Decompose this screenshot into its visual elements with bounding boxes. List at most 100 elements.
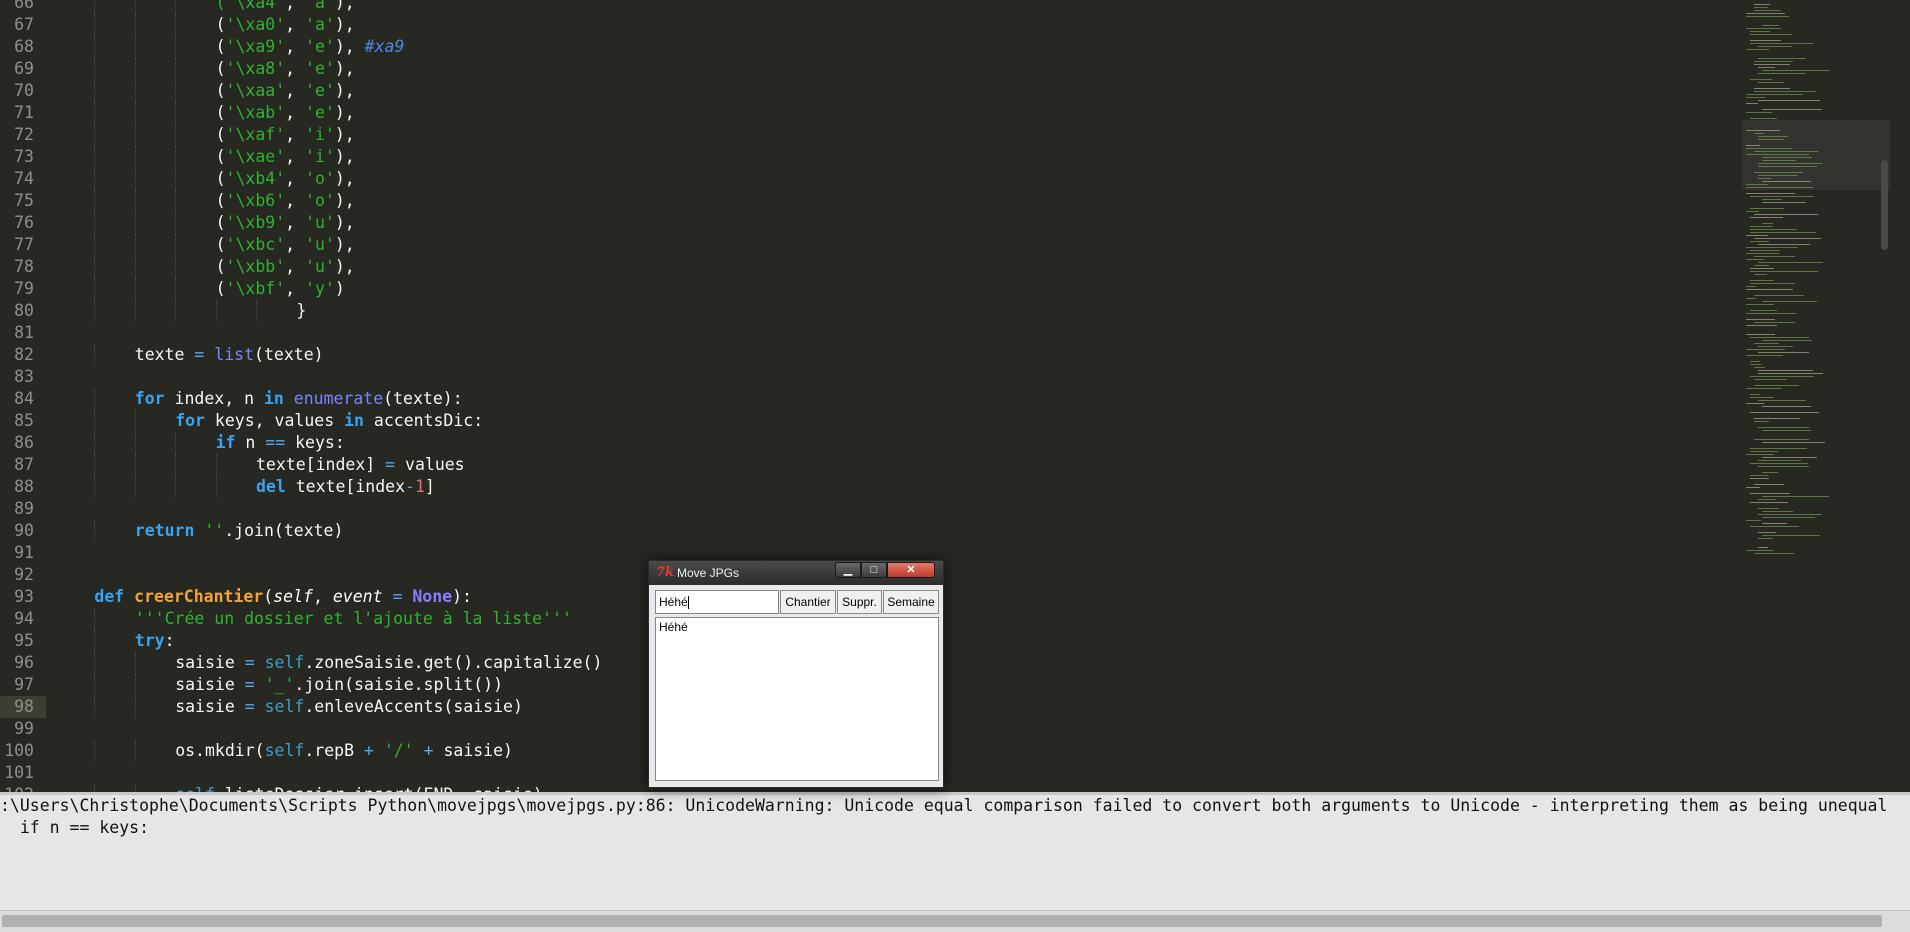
indent-guide bbox=[94, 344, 96, 366]
minimap-line bbox=[1750, 463, 1808, 464]
scrollbar-thumb[interactable] bbox=[2, 915, 1882, 927]
minimap-line bbox=[1754, 10, 1781, 11]
minimap-line bbox=[1750, 493, 1790, 494]
code-line[interactable]: ('\xa0', 'a'), bbox=[54, 14, 1730, 36]
minimap-line bbox=[1746, 154, 1809, 155]
minimap-line bbox=[1746, 304, 1774, 305]
minimap-line bbox=[1758, 400, 1806, 401]
folder-listbox[interactable]: Héhé bbox=[655, 617, 939, 781]
code-editor[interactable]: 66 67 68 69 70 71 72 73 74 75 76 77 78 79 80 81 82 83 84 85… bbox=[0, 0, 1890, 792]
indent-guide bbox=[94, 58, 96, 80]
code-line[interactable] bbox=[54, 498, 1730, 520]
code-line[interactable]: ('\xbc', 'u'), bbox=[54, 234, 1730, 256]
code-text: saisie = '_'.join(saisie.split()) bbox=[175, 675, 504, 694]
indent-guide bbox=[134, 278, 137, 300]
code-line[interactable]: ('\xaf', 'i'), bbox=[54, 124, 1730, 146]
code-line[interactable]: ('\xb4', 'o'), bbox=[54, 168, 1730, 190]
line-number: 93 bbox=[14, 587, 34, 606]
indent-guide bbox=[94, 454, 96, 476]
code-line[interactable]: ('\xab', 'e'), bbox=[54, 102, 1730, 124]
minimap[interactable] bbox=[1742, 0, 1890, 560]
indent-guide bbox=[134, 674, 137, 696]
minimap-line bbox=[1750, 118, 1777, 119]
minimap-line bbox=[1746, 520, 1761, 521]
minimap-line bbox=[1762, 535, 1820, 536]
code-text: ('\xa9', 'e'), #xa9 bbox=[215, 37, 405, 56]
close-button[interactable]: ✕ bbox=[887, 562, 935, 578]
indent-guide bbox=[94, 674, 96, 696]
minimap-line bbox=[1758, 262, 1823, 263]
indent-guide bbox=[94, 520, 96, 542]
output-console: :\Users\Christophe\Documents\Scripts Pyt… bbox=[0, 792, 1910, 913]
window-titlebar[interactable]: 7k Move JPGs ▁ □ ✕ bbox=[649, 561, 943, 585]
code-line[interactable]: ('\xbf', 'y') bbox=[54, 278, 1730, 300]
list-item[interactable]: Héhé bbox=[656, 618, 938, 636]
minimap-line bbox=[1754, 553, 1794, 554]
indent-guide bbox=[134, 0, 137, 14]
minimap-line bbox=[1754, 61, 1793, 62]
minimap-line bbox=[1750, 79, 1772, 80]
code-line[interactable]: ('\xae', 'i'), bbox=[54, 146, 1730, 168]
code-line[interactable] bbox=[54, 322, 1730, 344]
minimap-line bbox=[1746, 16, 1789, 17]
maximize-button[interactable]: □ bbox=[861, 562, 887, 578]
minimap-line bbox=[1754, 343, 1779, 344]
semaine-button[interactable]: Semaine bbox=[883, 590, 939, 614]
indent-guide bbox=[175, 80, 177, 102]
window-title: Move JPGs bbox=[677, 566, 740, 580]
code-line[interactable]: ('\xa9', 'e'), #xa9 bbox=[54, 36, 1730, 58]
minimap-line bbox=[1758, 46, 1792, 47]
minimap-line bbox=[1754, 238, 1821, 239]
minimap-line bbox=[1746, 112, 1772, 113]
code-line[interactable]: ('\xbb', 'u'), bbox=[54, 256, 1730, 278]
minimap-line bbox=[1758, 244, 1810, 245]
indent-guide bbox=[175, 190, 177, 212]
line-number: 73 bbox=[14, 147, 34, 166]
minimap-line bbox=[1758, 163, 1822, 164]
code-line[interactable] bbox=[54, 366, 1730, 388]
minimap-line bbox=[1746, 247, 1798, 248]
indent-guide bbox=[175, 476, 177, 498]
minimap-line bbox=[1746, 454, 1774, 455]
code-line[interactable]: ('\xb9', 'u'), bbox=[54, 212, 1730, 234]
code-line[interactable]: texte = list(texte) bbox=[54, 344, 1730, 366]
minimap-line bbox=[1750, 310, 1777, 311]
indent-guide bbox=[134, 168, 137, 190]
line-number: 94 bbox=[14, 609, 34, 628]
minimap-line bbox=[1754, 4, 1770, 5]
code-line[interactable]: del texte[index-1] bbox=[54, 476, 1730, 498]
indent-guide bbox=[94, 168, 96, 190]
indent-guide bbox=[134, 102, 137, 124]
code-line[interactable]: ('\xa8', 'e'), bbox=[54, 58, 1730, 80]
indent-guide bbox=[134, 476, 137, 498]
minimap-line bbox=[1762, 340, 1812, 341]
code-line[interactable]: ('\xa4', 'a'), bbox=[54, 0, 1730, 14]
chantier-button[interactable]: Chantier bbox=[780, 590, 836, 614]
code-line[interactable]: for index, n in enumerate(texte): bbox=[54, 388, 1730, 410]
minimap-line bbox=[1750, 196, 1814, 197]
indent-guide bbox=[134, 146, 137, 168]
indent-guide bbox=[256, 300, 258, 322]
minimap-line bbox=[1750, 361, 1760, 362]
code-line[interactable]: } bbox=[54, 300, 1730, 322]
suppr-button[interactable]: Suppr. bbox=[837, 590, 882, 614]
minimap-line bbox=[1746, 49, 1769, 50]
minimap-line bbox=[1750, 40, 1781, 41]
minimize-button[interactable]: ▁ bbox=[835, 562, 861, 578]
code-line[interactable]: if n == keys: bbox=[54, 432, 1730, 454]
code-line[interactable]: ('\xb6', 'o'), bbox=[54, 190, 1730, 212]
code-line[interactable]: for keys, values in accentsDic: bbox=[54, 410, 1730, 432]
minimap-line bbox=[1746, 313, 1796, 314]
indent-guide bbox=[134, 454, 137, 476]
code-line[interactable]: texte[index] = values bbox=[54, 454, 1730, 476]
minimap-line bbox=[1758, 532, 1776, 533]
minimap-line bbox=[1746, 253, 1779, 254]
indent-guide bbox=[94, 696, 96, 718]
indent-guide bbox=[94, 256, 96, 278]
minimap-line bbox=[1758, 73, 1806, 74]
vertical-scrollbar[interactable] bbox=[1881, 160, 1888, 250]
code-line[interactable]: ('\xaa', 'e'), bbox=[54, 80, 1730, 102]
chantier-entry[interactable]: Héhé bbox=[655, 590, 779, 614]
horizontal-scrollbar[interactable] bbox=[0, 910, 1910, 932]
code-line[interactable]: return ''.join(texte) bbox=[54, 520, 1730, 542]
